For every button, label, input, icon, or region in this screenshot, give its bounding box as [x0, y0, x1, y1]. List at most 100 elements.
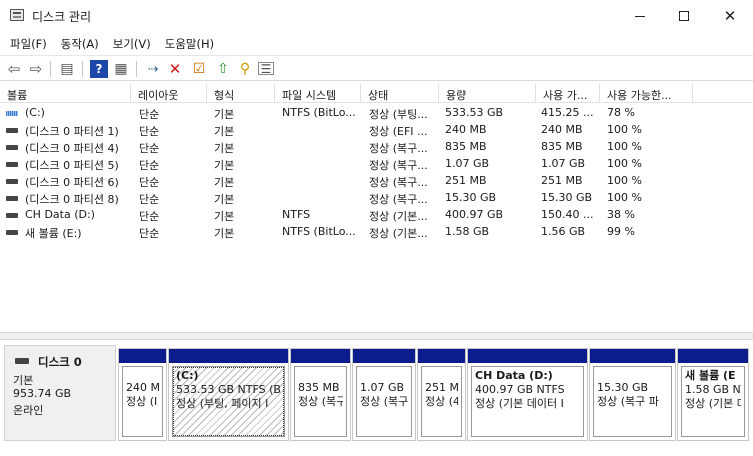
disk-graphical-view: 디스크 0 기본 953.74 GB 온라인 240 M 정상 (I (C:) …: [0, 340, 753, 456]
cell-capacity: 533.53 GB: [445, 106, 504, 119]
partition-bar: [468, 349, 587, 363]
partition-status: 정상 (기본 데: [685, 397, 741, 410]
partition-label: CH Data (D:): [475, 369, 553, 382]
cell-volume: (디스크 0 파티션 1): [25, 125, 119, 138]
disk-management-app-icon: [10, 9, 24, 21]
cell-status: 정상 (기본...: [369, 210, 428, 223]
table-header: 볼륨 레이아웃 형식 파일 시스템 상태 용량 사용 가... 사용 가능한..…: [0, 84, 753, 103]
drive-icon: [6, 128, 18, 133]
partition-efi[interactable]: 240 M 정상 (I: [118, 348, 167, 441]
drive-icon: [6, 196, 18, 201]
cell-percent-free: 100 %: [607, 140, 642, 153]
toolbar-separator: [136, 61, 137, 77]
column-header-volume[interactable]: 볼륨: [0, 84, 131, 103]
cell-file-system: NTFS (BitLo...: [282, 106, 356, 119]
delete-icon[interactable]: ✕: [166, 60, 184, 78]
check-icon[interactable]: ☑: [190, 60, 208, 78]
help-icon[interactable]: ?: [90, 60, 108, 78]
partition-recovery-8[interactable]: 15.30 GB 정상 (복구 파: [589, 348, 676, 441]
partition-status: 정상 (기본 데이터 I: [475, 397, 564, 410]
disk-list-icon[interactable]: ▤: [58, 60, 76, 78]
minimize-icon: [635, 15, 645, 17]
cell-type: 기본: [214, 159, 235, 172]
menu-file[interactable]: 파일(F): [4, 32, 53, 54]
settings-icon[interactable]: ☰: [258, 62, 274, 75]
column-header-capacity[interactable]: 용량: [439, 84, 536, 103]
cell-layout: 단순: [139, 210, 160, 223]
table-row[interactable]: (디스크 0 파티션 1) 단순 기본 정상 (EFI ... 240 MB 2…: [0, 122, 753, 139]
partition-e[interactable]: 새 볼륨 (E 1.58 GB NTFS (E 정상 (기본 데: [677, 348, 749, 441]
cell-capacity: 251 MB: [445, 174, 487, 187]
column-header-free-space[interactable]: 사용 가...: [536, 84, 600, 103]
table-row[interactable]: (디스크 0 파티션 4) 단순 기본 정상 (복구... 835 MB 835…: [0, 139, 753, 156]
search-icon[interactable]: ⚲: [236, 60, 254, 78]
column-header-status[interactable]: 상태: [361, 84, 439, 103]
partition-recovery-4[interactable]: 835 MB 정상 (복구: [290, 348, 351, 441]
maximize-button[interactable]: [661, 0, 707, 32]
menu-view[interactable]: 보기(V): [107, 32, 157, 54]
minimize-button[interactable]: [617, 0, 663, 32]
cell-status: 정상 (복구...: [369, 142, 428, 155]
cell-free-space: 835 MB: [541, 140, 583, 153]
column-header-layout[interactable]: 레이아웃: [131, 84, 207, 103]
partition-status: 정상 (부팅, 페이지 I: [176, 397, 269, 410]
table-row[interactable]: CH Data (D:) 단순 기본 NTFS 정상 (기본... 400.97…: [0, 207, 753, 224]
disk-status: 온라인: [13, 404, 44, 417]
cell-type: 기본: [214, 142, 235, 155]
partition-size: 835 MB: [298, 381, 340, 394]
partition-size: 1.07 GB: [360, 381, 405, 394]
partition-size: 15.30 GB: [597, 381, 649, 394]
partition-recovery-5[interactable]: 1.07 GB 정상 (복구: [352, 348, 416, 441]
partition-label: 새 볼륨 (E: [685, 369, 736, 382]
cell-status: 정상 (복구...: [369, 193, 428, 206]
partition-status: 정상 (I: [126, 395, 158, 408]
table-body: (C:) 단순 기본 NTFS (BitLo... 정상 (부팅... 533.…: [0, 105, 753, 241]
maximize-icon: [679, 11, 689, 21]
table-row[interactable]: 새 볼륨 (E:) 단순 기본 NTFS (BitLo... 정상 (기본...…: [0, 224, 753, 241]
cell-free-space: 251 MB: [541, 174, 583, 187]
partition-size: 1.58 GB NTFS (E: [685, 383, 741, 396]
cell-status: 정상 (부팅...: [369, 108, 428, 121]
cell-volume: 새 볼륨 (E:): [25, 227, 82, 240]
table-row[interactable]: (디스크 0 파티션 6) 단순 기본 정상 (복구... 251 MB 251…: [0, 173, 753, 190]
partition-size: 240 M: [126, 381, 159, 394]
table-row[interactable]: (C:) 단순 기본 NTFS (BitLo... 정상 (부팅... 533.…: [0, 105, 753, 122]
partition-c[interactable]: (C:) 533.53 GB NTFS (Bi 정상 (부팅, 페이지 I: [168, 348, 289, 441]
connect-icon[interactable]: ⇢: [144, 60, 162, 78]
menu-action[interactable]: 동작(A): [55, 32, 105, 54]
partition-bar: [353, 349, 415, 363]
back-arrow-icon[interactable]: ⇦: [5, 60, 23, 78]
disk-size: 953.74 GB: [13, 387, 72, 400]
cell-percent-free: 99 %: [607, 225, 635, 238]
volume-list: 볼륨 레이아웃 형식 파일 시스템 상태 용량 사용 가... 사용 가능한..…: [0, 84, 753, 332]
partition-body: 15.30 GB 정상 (복구 파: [593, 366, 672, 437]
export-icon[interactable]: ⇧: [214, 60, 232, 78]
toolbar: ⇦ ⇨ ▤ ? ▦ ⇢ ✕ ☑ ⇧ ⚲ ☰: [0, 55, 753, 81]
cell-percent-free: 100 %: [607, 191, 642, 204]
cell-volume: (디스크 0 파티션 6): [25, 176, 119, 189]
cell-capacity: 240 MB: [445, 123, 487, 136]
partition-body: (C:) 533.53 GB NTFS (Bi 정상 (부팅, 페이지 I: [172, 366, 285, 437]
cell-status: 정상 (복구...: [369, 159, 428, 172]
menu-help[interactable]: 도움말(H): [159, 32, 220, 54]
cell-type: 기본: [214, 193, 235, 206]
cell-capacity: 1.58 GB: [445, 225, 490, 238]
table-row[interactable]: (디스크 0 파티션 5) 단순 기본 정상 (복구... 1.07 GB 1.…: [0, 156, 753, 173]
forward-arrow-icon[interactable]: ⇨: [27, 60, 45, 78]
partition-d[interactable]: CH Data (D:) 400.97 GB NTFS 정상 (기본 데이터 I: [467, 348, 588, 441]
cell-layout: 단순: [139, 159, 160, 172]
column-header-percent-free[interactable]: 사용 가능한...: [600, 84, 693, 103]
column-header-file-system[interactable]: 파일 시스템: [275, 84, 361, 103]
cell-layout: 단순: [139, 176, 160, 189]
disk-info-panel[interactable]: 디스크 0 기본 953.74 GB 온라인: [4, 345, 116, 441]
properties-icon[interactable]: ▦: [112, 60, 130, 78]
partition-body: CH Data (D:) 400.97 GB NTFS 정상 (기본 데이터 I: [471, 366, 584, 437]
column-header-type[interactable]: 형식: [207, 84, 275, 103]
partition-recovery-6[interactable]: 251 M 정상 (4: [417, 348, 466, 441]
pane-splitter[interactable]: [0, 332, 753, 340]
close-button[interactable]: ✕: [707, 0, 753, 32]
table-row[interactable]: (디스크 0 파티션 8) 단순 기본 정상 (복구... 15.30 GB 1…: [0, 190, 753, 207]
cell-percent-free: 38 %: [607, 208, 635, 221]
partition-body: 새 볼륨 (E 1.58 GB NTFS (E 정상 (기본 데: [681, 366, 745, 437]
cell-status: 정상 (기본...: [369, 227, 428, 240]
